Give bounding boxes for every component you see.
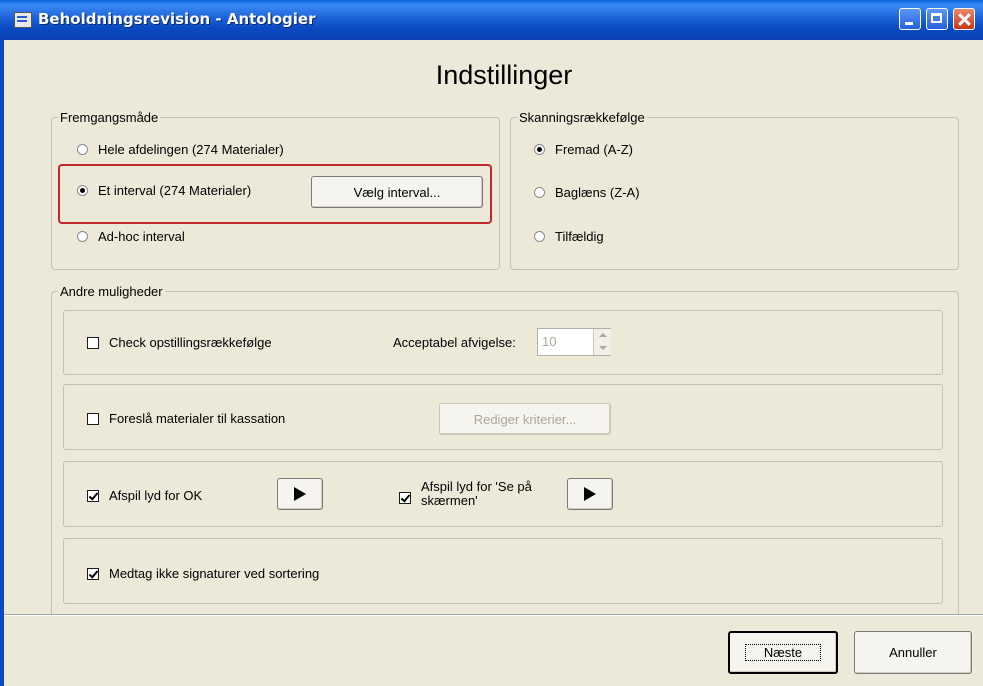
deviation-stepper[interactable]: 10 xyxy=(537,328,611,356)
spin-up-icon[interactable] xyxy=(593,329,611,343)
skanning-legend: Skanningsrækkefølge xyxy=(519,110,645,125)
radio-circle[interactable] xyxy=(534,231,545,242)
radio-label: Tilfældig xyxy=(555,229,604,244)
window-title: Beholdningsrevision - Antologier xyxy=(38,10,316,28)
checkbox[interactable] xyxy=(87,412,99,425)
radio-ad-hoc-interval[interactable]: Ad-hoc interval xyxy=(77,229,185,244)
radio-label: Baglæns (Z-A) xyxy=(555,185,640,200)
radio-circle[interactable] xyxy=(534,187,545,198)
deviation-value[interactable]: 10 xyxy=(542,334,556,349)
radio-tilfaeldig[interactable]: Tilfældig xyxy=(534,229,604,244)
check-afspil-lyd-se-paa-skaermen[interactable]: Afspil lyd for 'Se på skærmen' xyxy=(399,480,532,508)
checkbox-checked[interactable] xyxy=(87,567,99,580)
window-border xyxy=(0,40,4,686)
highlight-box xyxy=(58,164,492,224)
naeste-label: Næste xyxy=(744,644,822,661)
deviation-label: Acceptabel afvigelse: xyxy=(393,335,516,350)
play-screen-sound-button[interactable] xyxy=(567,478,613,510)
checkbox-checked[interactable] xyxy=(399,492,411,504)
checkbox[interactable] xyxy=(87,336,99,349)
radio-circle-selected[interactable] xyxy=(534,144,545,155)
check-medtag-ikke-signaturer[interactable]: Medtag ikke signaturer ved sortering xyxy=(87,566,319,581)
radio-label: Fremad (A-Z) xyxy=(555,142,633,157)
checkbox-label: Medtag ikke signaturer ved sortering xyxy=(109,566,320,581)
checkbox-label: Foreslå materialer til kassation xyxy=(109,411,286,426)
radio-baglaens[interactable]: Baglæns (Z-A) xyxy=(534,185,640,200)
title-bar[interactable]: Beholdningsrevision - Antologier xyxy=(0,0,983,40)
radio-circle[interactable] xyxy=(77,231,88,242)
footer-divider xyxy=(4,614,983,616)
play-ok-sound-button[interactable] xyxy=(277,478,323,510)
radio-hele-afdelingen[interactable]: Hele afdelingen (274 Materialer) xyxy=(77,142,284,157)
spin-down-icon[interactable] xyxy=(593,342,611,355)
close-button[interactable] xyxy=(953,8,975,30)
app-icon xyxy=(14,12,32,28)
checkbox-label-line2: skærmen' xyxy=(421,493,478,508)
checkbox-label: Afspil lyd for OK xyxy=(109,488,203,503)
check-opstillingsraekkefoelge[interactable]: Check opstillingsrækkefølge xyxy=(87,335,272,350)
play-icon xyxy=(584,487,596,501)
minimize-button[interactable] xyxy=(899,8,921,30)
radio-label: Hele afdelingen (274 Materialer) xyxy=(98,142,284,157)
naeste-button[interactable]: Næste xyxy=(728,631,838,674)
radio-fremad[interactable]: Fremad (A-Z) xyxy=(534,142,633,157)
checkbox-label-line1: Afspil lyd for 'Se på xyxy=(421,479,532,494)
radio-label: Ad-hoc interval xyxy=(98,229,185,244)
checkbox-checked[interactable] xyxy=(87,489,99,502)
maximize-button[interactable] xyxy=(926,8,948,30)
check-foreslaa-kassation[interactable]: Foreslå materialer til kassation xyxy=(87,411,285,426)
play-icon xyxy=(294,487,306,501)
fremgangsmaade-legend: Fremgangsmåde xyxy=(60,110,159,125)
checkbox-label: Check opstillingsrækkefølge xyxy=(109,335,272,350)
rediger-kriterier-label: Rediger kriterier... xyxy=(473,411,577,427)
check-afspil-lyd-ok[interactable]: Afspil lyd for OK xyxy=(87,488,202,503)
andre-legend: Andre muligheder xyxy=(60,284,163,299)
checkbox-label: Afspil lyd for 'Se på skærmen' xyxy=(421,480,532,508)
radio-circle[interactable] xyxy=(77,144,88,155)
annuller-label: Annuller xyxy=(889,645,937,660)
annuller-button[interactable]: Annuller xyxy=(854,631,972,674)
dialog-window: Beholdningsrevision - Antologier Indstil… xyxy=(0,0,983,686)
rediger-kriterier-button[interactable]: Rediger kriterier... xyxy=(439,403,611,435)
page-title: Indstillinger xyxy=(435,60,573,90)
